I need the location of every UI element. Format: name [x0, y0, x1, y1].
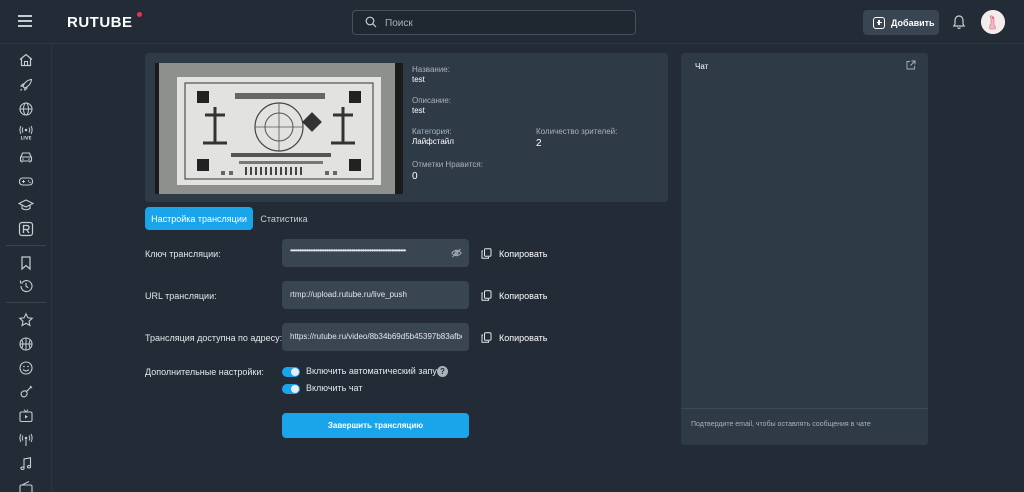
chat-divider [681, 408, 928, 409]
stream-url-value: rtmp://upload.rutube.ru/live_push [290, 290, 407, 299]
stream-address-value: https://rutube.ru/video/8b34b69d5b45397b… [290, 332, 462, 341]
bell-icon[interactable] [952, 14, 966, 30]
copy-address-button[interactable]: Копировать [481, 332, 547, 343]
tab-stream-settings[interactable]: Настройка трансляции [145, 207, 253, 230]
add-button-label: Добавить [891, 17, 935, 28]
stream-preview[interactable] [155, 63, 403, 194]
bookmark-icon[interactable] [18, 255, 34, 271]
rocket-icon[interactable] [18, 77, 34, 93]
copy-url-button[interactable]: Копировать [481, 290, 547, 301]
avatar-image-icon [981, 10, 1005, 34]
basketball-icon[interactable] [18, 336, 34, 352]
stream-description-value: test [412, 106, 425, 115]
stream-description-label: Описание: [412, 96, 452, 105]
stream-address-label: Трансляция доступна по адресу: [145, 333, 283, 343]
copy-key-button[interactable]: Копировать [481, 248, 547, 259]
search-input[interactable] [385, 14, 625, 32]
chat-toggle-label: Включить чат [306, 383, 363, 393]
car-icon[interactable] [18, 149, 34, 165]
stream-name-value: test [412, 75, 425, 84]
gamepad-icon[interactable] [18, 173, 34, 189]
stream-key-field[interactable]: ••••••••••••••••••••••••••••••••••••••••… [282, 239, 469, 267]
search-bar[interactable] [352, 10, 636, 35]
stream-key-value: ••••••••••••••••••••••••••••••••••••••••… [290, 246, 406, 255]
stream-key-label: Ключ трансляции: [145, 249, 221, 259]
copy-label: Копировать [499, 248, 548, 259]
top-header: RUTUBE Добавить [0, 0, 1024, 44]
guitar-icon[interactable] [18, 384, 34, 400]
star-icon[interactable] [18, 312, 34, 328]
end-stream-button[interactable]: Завершить трансляцию [282, 413, 469, 438]
autostart-toggle[interactable] [282, 367, 300, 377]
copy-label: Копировать [499, 290, 548, 301]
likes-count-label: Отметки Нравится: [412, 160, 483, 169]
logo-dot [137, 12, 142, 17]
external-link-icon[interactable] [906, 60, 916, 70]
music-note-icon[interactable] [18, 456, 34, 472]
rutube-r-icon[interactable] [18, 221, 34, 237]
test-chart-preview-image [155, 63, 403, 194]
sidebar-divider [6, 245, 46, 246]
stream-url-label: URL трансляции: [145, 291, 217, 301]
eye-off-icon[interactable] [451, 248, 462, 258]
chat-panel: Чат Подтвердите email, чтобы оставлять с… [681, 53, 928, 445]
copy-icon [481, 248, 492, 259]
copy-icon [481, 290, 492, 301]
likes-count-value: 0 [412, 171, 418, 182]
extra-settings-label: Дополнительные настройки: [145, 367, 264, 377]
broadcast-icon[interactable] [18, 432, 34, 448]
chat-toggle[interactable] [282, 384, 300, 394]
chat-title: Чат [695, 62, 709, 71]
sidebar-divider [6, 302, 46, 303]
menu-icon[interactable] [18, 15, 32, 27]
sidebar: LIVE [0, 44, 52, 492]
stream-name-label: Название: [412, 65, 450, 74]
graduation-cap-icon[interactable] [18, 197, 34, 213]
live-icon[interactable]: LIVE [18, 125, 34, 141]
tab-statistics[interactable]: Статистика [253, 207, 315, 230]
globe-icon[interactable] [18, 101, 34, 117]
help-icon[interactable]: ? [437, 366, 448, 377]
copy-label: Копировать [499, 332, 548, 343]
stream-category-value: Лайфстайл [412, 137, 454, 146]
avatar[interactable] [981, 10, 1005, 34]
rutube-logo[interactable]: RUTUBE [67, 14, 133, 31]
history-icon[interactable] [18, 278, 34, 294]
tv-icon[interactable] [18, 408, 34, 424]
add-button[interactable]: Добавить [863, 10, 939, 35]
radio-icon[interactable] [18, 480, 34, 492]
viewers-count-label: Количество зрителей: [536, 127, 618, 136]
viewers-count-value: 2 [536, 138, 542, 149]
home-icon[interactable] [18, 52, 34, 68]
plus-icon [873, 16, 885, 29]
stream-url-field[interactable]: rtmp://upload.rutube.ru/live_push [282, 281, 469, 309]
svg-text:LIVE: LIVE [20, 136, 31, 142]
stream-info-card: Название: test Описание: test Категория:… [145, 53, 668, 202]
stream-category-label: Категория: [412, 127, 452, 136]
stream-address-field[interactable]: https://rutube.ru/video/8b34b69d5b45397b… [282, 323, 469, 351]
chat-email-notice: Подтвердите email, чтобы оставлять сообщ… [691, 421, 871, 428]
autostart-label: Включить автоматический запуск [306, 366, 446, 376]
copy-icon [481, 332, 492, 343]
search-icon [365, 16, 377, 28]
smile-icon[interactable] [18, 360, 34, 376]
